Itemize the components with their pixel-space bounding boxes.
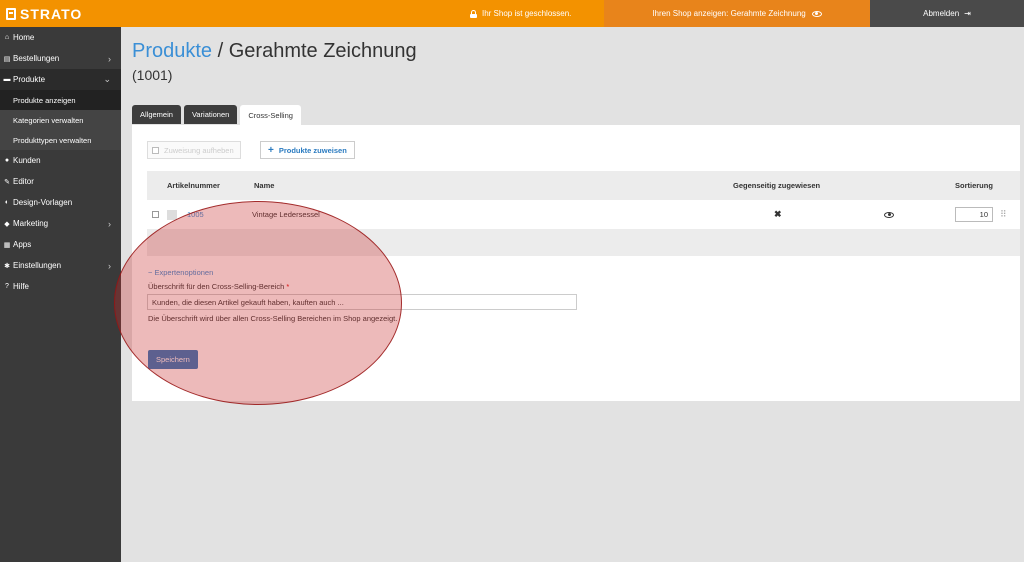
row-thumb-cell: [167, 200, 177, 229]
tab-variationen[interactable]: Variationen: [183, 105, 238, 124]
sidebar-subitem-produkte-anzeigen[interactable]: Produkte anzeigen: [0, 90, 121, 110]
sidebar-item-bestellungen[interactable]: ▤ Bestellungen ›: [0, 48, 121, 69]
breadcrumb-produkte[interactable]: Produkte: [132, 40, 212, 62]
heading-field-help: Die Überschrift wird über allen Cross-Se…: [148, 314, 398, 323]
unassign-label: Zuweisung aufheben: [164, 145, 234, 155]
product-title: Gerahmte Zeichnung: [228, 40, 417, 62]
table-row: 1005 Vintage Ledersessel ✖ 10 ⠿: [147, 200, 1020, 229]
pencil-icon: ✎: [4, 178, 10, 186]
help-icon: ?: [5, 283, 9, 290]
heading-field-label-text: Überschrift für den Cross-Selling-Bereic…: [148, 282, 285, 291]
lock-icon: [470, 9, 477, 18]
sidebar-item-label: Design-Vorlagen: [13, 198, 73, 207]
header-name[interactable]: Name: [254, 171, 274, 200]
sidebar-item-label: Einstellungen: [13, 261, 62, 270]
chevron-right-icon: ›: [108, 218, 111, 229]
sidebar-item-label: Produkte: [13, 75, 46, 84]
cart-icon: ▬: [3, 76, 11, 83]
user-icon: ●: [4, 157, 10, 164]
drag-handle-icon[interactable]: ⠿: [1000, 200, 1007, 229]
sidebar-item-label: Apps: [13, 240, 32, 249]
view-shop-button[interactable]: Ihren Shop anzeigen: Gerahmte Zeichnung: [604, 0, 870, 27]
plus-icon: +: [268, 144, 274, 156]
home-icon: ⌂: [4, 34, 10, 41]
strato-logo-icon: [6, 7, 16, 20]
sidebar-subitem-kategorien-verwalten[interactable]: Kategorien verwalten: [0, 110, 121, 130]
gear-icon: ✱: [4, 262, 10, 270]
tab-cross-selling[interactable]: Cross-Selling: [240, 105, 301, 125]
header-sort[interactable]: Sortierung: [955, 171, 993, 200]
chevron-down-icon: ⌄: [103, 74, 111, 84]
sidebar-item-label: Bestellungen: [13, 54, 60, 63]
cross-selling-panel: Zuweisung aufheben + Produkte zuweisen A…: [132, 125, 1020, 401]
row-checkbox-cell: [152, 200, 159, 229]
sidebar-item-einstellungen[interactable]: ✱ Einstellungen ›: [0, 255, 121, 276]
view-shop-label: Ihren Shop anzeigen: Gerahmte Zeichnung: [652, 9, 806, 18]
select-all-checkbox[interactable]: [152, 146, 159, 154]
brush-icon: ◐: [4, 199, 10, 206]
eye-icon: [811, 10, 822, 17]
product-thumbnail: [167, 209, 177, 220]
sidebar-item-label: Kunden: [13, 156, 41, 165]
mutual-cross-icon[interactable]: ✖: [774, 200, 782, 229]
header-mutual[interactable]: Gegenseitig zugewiesen: [733, 171, 820, 200]
sidebar-item-label: Editor: [13, 177, 34, 186]
row-name: Vintage Ledersessel: [252, 210, 320, 219]
chevron-right-icon: ›: [108, 53, 111, 64]
sidebar-item-label: Hilfe: [13, 282, 30, 291]
sidebar-item-kunden[interactable]: ● Kunden: [0, 150, 121, 171]
sidebar-item-produkte[interactable]: ▬ Produkte ⌄: [0, 69, 121, 90]
logout-button[interactable]: Abmelden ⇥: [870, 0, 1024, 27]
page-title: Produkte / Gerahmte Zeichnung: [132, 40, 417, 63]
eye-icon[interactable]: [884, 211, 894, 218]
header-article-number[interactable]: Artikelnummer: [167, 171, 220, 200]
heading-field-label: Überschrift für den Cross-Selling-Bereic…: [148, 282, 289, 291]
sidebar-item-design-vorlagen[interactable]: ◐ Design-Vorlagen: [0, 192, 121, 213]
sidebar-item-marketing[interactable]: ◆ Marketing ›: [0, 213, 121, 234]
product-id: (1001): [132, 67, 173, 83]
tab-bar: Allgemein Variationen Cross-Selling: [132, 105, 304, 125]
sidebar: ⌂ Home ▤ Bestellungen › ▬ Produkte ⌄ Produkte an…: [0, 27, 121, 562]
assign-products-button[interactable]: + Produkte zuweisen: [260, 141, 355, 159]
tab-allgemein[interactable]: Allgemein: [132, 105, 181, 124]
unassign-button[interactable]: Zuweisung aufheben: [147, 141, 241, 159]
tag-icon: ◆: [4, 220, 10, 228]
save-button[interactable]: Speichern: [148, 350, 198, 369]
title-separator: /: [212, 40, 229, 62]
sidebar-item-apps[interactable]: ▦ Apps: [0, 234, 121, 255]
row-checkbox[interactable]: [152, 211, 159, 218]
shop-closed-text: Ihr Shop ist geschlossen.: [482, 9, 572, 18]
table-footer: [147, 229, 1020, 256]
apps-icon: ▦: [3, 241, 11, 249]
cross-selling-heading-input[interactable]: Kunden, die diesen Artikel gekauft haben…: [147, 294, 577, 310]
row-article-number[interactable]: 1005: [187, 200, 204, 229]
sort-input[interactable]: 10: [955, 207, 993, 222]
orders-icon: ▤: [3, 55, 11, 63]
required-mark: *: [286, 282, 290, 291]
sidebar-item-editor[interactable]: ✎ Editor: [0, 171, 121, 192]
logo-text: STRATO: [20, 5, 83, 22]
assign-label: Produkte zuweisen: [278, 145, 347, 155]
top-bar: STRATO Ihr Shop ist geschlossen. Ihren S…: [0, 0, 1024, 27]
shop-status: Ihr Shop ist geschlossen.: [470, 0, 571, 27]
expert-options-toggle[interactable]: − Expertenoptionen: [148, 268, 213, 277]
sidebar-item-label: Home: [13, 33, 35, 42]
sidebar-item-home[interactable]: ⌂ Home: [0, 27, 121, 48]
sidebar-subitem-produkttypen-verwalten[interactable]: Produkttypen verwalten: [0, 130, 121, 150]
table-header: Artikelnummer Name Gegenseitig zugewiese…: [147, 171, 1020, 200]
strato-logo[interactable]: STRATO: [0, 0, 82, 27]
row-eye-cell: [884, 200, 894, 229]
sidebar-item-label: Marketing: [13, 219, 49, 228]
chevron-right-icon: ›: [108, 260, 111, 271]
row-sort-cell: 10: [955, 200, 993, 229]
logout-label: Abmelden: [923, 9, 960, 18]
logout-icon: ⇥: [964, 9, 971, 18]
sidebar-item-hilfe[interactable]: ? Hilfe: [0, 276, 121, 297]
